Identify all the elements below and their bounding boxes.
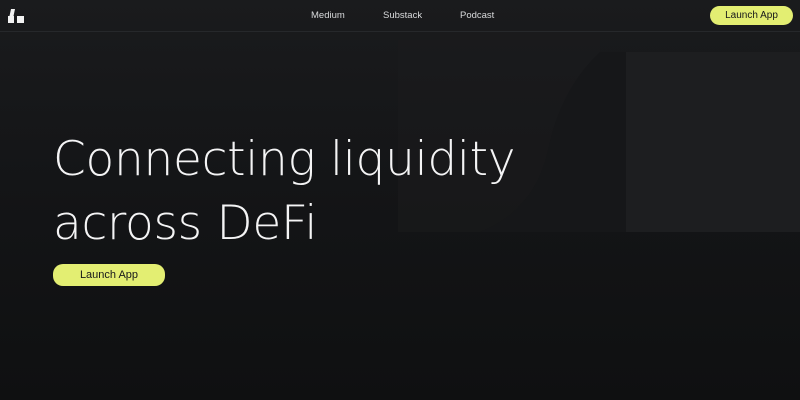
top-header: Medium Substack Podcast Launch App: [0, 0, 800, 32]
hero-title: Connecting liquidity across DeFi: [53, 128, 573, 256]
hero-title-line-1: Connecting liquidity: [53, 132, 516, 187]
nav-link-podcast[interactable]: Podcast: [460, 10, 494, 21]
nav-link-medium[interactable]: Medium: [311, 10, 345, 21]
nav-link-substack[interactable]: Substack: [383, 10, 422, 21]
launch-app-button-hero[interactable]: Launch App: [53, 264, 165, 286]
launch-app-button-header[interactable]: Launch App: [710, 6, 793, 25]
main-nav: Medium Substack Podcast: [0, 10, 800, 24]
landing-page: Medium Substack Podcast Launch App Conne…: [0, 0, 800, 400]
hero-title-line-2: across DeFi: [53, 196, 318, 251]
